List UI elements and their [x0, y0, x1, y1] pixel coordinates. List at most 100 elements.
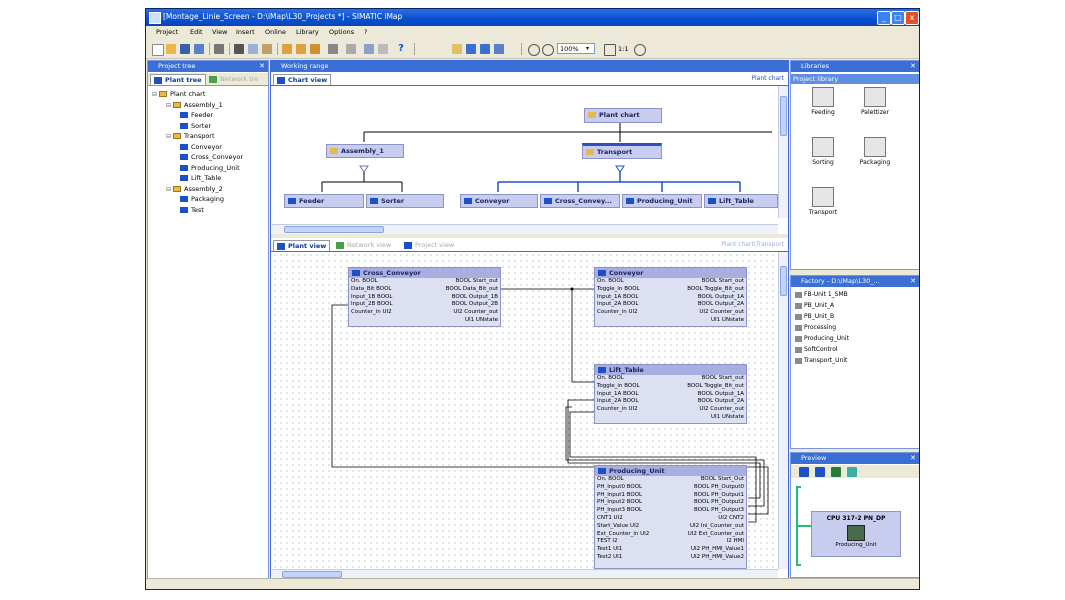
chart-node-transport[interactable]: Transport — [582, 143, 662, 159]
zoom-dropdown-icon[interactable]: ▾ — [586, 44, 596, 54]
tree-item[interactable]: Conveyor — [180, 143, 222, 151]
fb-output[interactable]: BOOL Data_Bit_out — [446, 286, 498, 294]
fb-output[interactable]: BOOL Output_2A — [698, 301, 744, 309]
fb-input[interactable]: Ext_Counter_in UI2 — [597, 531, 649, 539]
menu-help[interactable]: ? — [364, 28, 367, 36]
fb-input[interactable]: On. BOOL — [597, 476, 624, 484]
menu-project[interactable]: Project — [156, 28, 178, 36]
fb-producing-unit[interactable]: Producing_Unit On. BOOL BOOL Start_Out PH_I… — [594, 465, 747, 569]
menu-library[interactable]: Library — [296, 28, 319, 36]
plant-view-canvas[interactable]: Cross_Conveyor On. BOOL BOOL Start_out Data… — [272, 252, 778, 569]
zoom-out-icon[interactable] — [542, 44, 554, 56]
insert-unit-icon[interactable] — [296, 44, 306, 54]
tab-network-view[interactable]: Network view — [333, 240, 394, 251]
new-icon[interactable] — [152, 44, 164, 56]
fb-output[interactable]: BOOL Output_1A — [698, 294, 744, 302]
save-all-icon[interactable] — [194, 44, 204, 54]
plant-vertical-scrollbar[interactable] — [778, 252, 788, 569]
chart-node-assembly-1[interactable]: Assembly_1 — [326, 144, 404, 158]
save-icon[interactable] — [180, 44, 190, 54]
fb-cross-conveyor[interactable]: Cross_Conveyor On. BOOL BOOL Start_out Data… — [348, 267, 501, 327]
tree-item[interactable]: Feeder — [180, 111, 213, 119]
fb-input[interactable]: CNT1 UI2 — [597, 515, 623, 523]
fb-output[interactable]: BOOL Start_Out — [701, 476, 744, 484]
minimize-button[interactable]: _ — [877, 11, 891, 25]
fb-output[interactable]: BOOL Output_2B — [452, 301, 498, 309]
chart-vertical-scrollbar[interactable] — [778, 86, 788, 218]
fb-output[interactable]: BOOL PH_Output1 — [694, 492, 744, 500]
fb-output[interactable]: BOOL Toggle_Bit_out — [687, 383, 744, 391]
preview-project-icon[interactable] — [847, 467, 857, 477]
chart-view-canvas[interactable]: Plant chart Assembly_1 Transport Feeder … — [272, 86, 778, 224]
fb-input[interactable]: Start_Value UI2 — [597, 523, 639, 531]
fb-output[interactable]: UI2 PH_HMI_Value1 — [691, 546, 744, 554]
factory-item[interactable]: Processing — [795, 324, 836, 331]
project-library-header[interactable]: Project library — [791, 74, 919, 84]
fb-input[interactable]: Input_2A BOOL — [597, 301, 638, 309]
fb-input[interactable]: PH_Input2 BOOL — [597, 499, 642, 507]
view-library-icon[interactable] — [494, 44, 504, 54]
menu-options[interactable]: Options — [329, 28, 354, 36]
fb-input[interactable]: On. BOOL — [597, 375, 624, 383]
preview-plant-icon[interactable] — [799, 467, 809, 477]
print-icon[interactable] — [214, 44, 224, 54]
fb-input[interactable]: PH_Input0 BOOL — [597, 484, 642, 492]
view-plant-icon[interactable] — [452, 44, 462, 54]
library-item[interactable]: Packaging — [855, 137, 895, 166]
fb-lift-table[interactable]: Lift_Table On. BOOL BOOL Start_out Toggle_i… — [594, 364, 747, 424]
insert-block-icon[interactable] — [310, 44, 320, 54]
view-splitter[interactable] — [271, 234, 788, 238]
chart-node-lift-table[interactable]: Lift_Table — [704, 194, 778, 208]
fb-input[interactable]: Input_2A BOOL — [597, 398, 638, 406]
zoom-ratio-button[interactable]: 1:1 — [618, 44, 632, 54]
fb-output[interactable]: UI2 Ini_Counter_out — [690, 523, 744, 531]
preview-network-icon[interactable] — [815, 467, 825, 477]
fb-output[interactable]: I2 HMI — [727, 538, 744, 546]
fb-input[interactable]: Counter_in UI2 — [597, 406, 638, 414]
tree-item[interactable]: ⊟ Transport — [166, 132, 215, 140]
library-item[interactable]: Transport — [803, 187, 843, 216]
tree-item[interactable]: Cross_Conveyor — [180, 153, 243, 161]
fb-input[interactable]: On. BOOL — [597, 278, 624, 286]
fb-input[interactable]: PH_Input1 BOOL — [597, 492, 642, 500]
fb-output[interactable]: UI2 Ext_Counter_out — [688, 531, 744, 539]
chart-node-cross-conveyor[interactable]: Cross_Convey... — [540, 194, 620, 208]
fb-output[interactable]: BOOL PH_Output3 — [694, 507, 744, 515]
cut-icon[interactable] — [234, 44, 244, 54]
factory-item[interactable]: Producing_Unit — [795, 335, 849, 342]
fb-input[interactable]: Input_1A BOOL — [597, 391, 638, 399]
menu-online[interactable]: Online — [265, 28, 286, 36]
preview-device[interactable]: CPU 317-2 PN_DP Producing_Unit — [811, 511, 901, 557]
preview-hardware-icon[interactable] — [831, 467, 841, 477]
tab-chart-view[interactable]: Chart view — [273, 74, 332, 85]
factory-item[interactable]: PB_Unit_A — [795, 302, 834, 309]
view-project-icon[interactable] — [480, 44, 490, 54]
insert-folder-icon[interactable] — [282, 44, 292, 54]
chart-horizontal-scrollbar[interactable] — [272, 224, 778, 234]
factory-item[interactable]: Transport_Unit — [795, 357, 847, 364]
chart-node-sorter[interactable]: Sorter — [366, 194, 444, 208]
fb-input[interactable]: Toggle_in BOOL — [597, 286, 640, 294]
title-bar[interactable]: [Montage_Linie_Screen - D:\iMap\L30_Proj… — [146, 9, 919, 26]
expand-icon[interactable]: ⊟ — [152, 91, 157, 98]
chart-node-feeder[interactable]: Feeder — [284, 194, 364, 208]
fb-output[interactable]: BOOL Output_1A — [698, 391, 744, 399]
close-icon[interactable]: ✕ — [259, 61, 265, 72]
factory-item[interactable]: FB-Unit 1_SMB — [795, 291, 848, 298]
fb-input[interactable]: PH_Input3 BOOL — [597, 507, 642, 515]
tab-plant-tree[interactable]: Plant tree — [150, 74, 206, 85]
fb-output[interactable]: UI2 Counter_out — [453, 309, 498, 317]
fb-output[interactable]: UI2 PH_HMI_Value2 — [691, 554, 744, 562]
menu-view[interactable]: View — [212, 28, 227, 36]
paste-icon[interactable] — [262, 44, 272, 54]
expand-icon[interactable]: ⊟ — [166, 102, 171, 109]
zoom-area-icon[interactable] — [634, 44, 646, 56]
fb-output[interactable]: UI2 CNT2 — [718, 515, 744, 523]
fb-input[interactable]: On. BOOL — [351, 278, 378, 286]
tree-item[interactable]: ⊟ Plant chart — [152, 90, 205, 98]
fb-output[interactable]: UI2 Counter_out — [699, 406, 744, 414]
factory-item[interactable]: PB_Unit_B — [795, 313, 834, 320]
chart-node-producing-unit[interactable]: Producing_Unit — [622, 194, 702, 208]
close-button[interactable]: x — [905, 11, 919, 25]
open-icon[interactable] — [166, 44, 176, 54]
